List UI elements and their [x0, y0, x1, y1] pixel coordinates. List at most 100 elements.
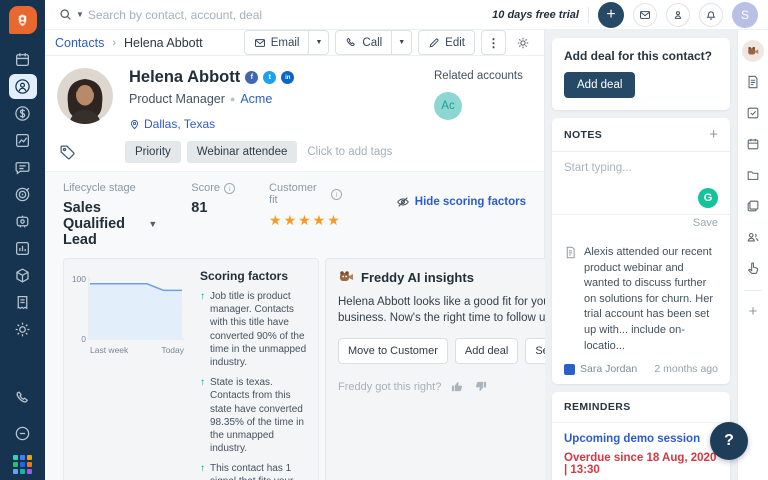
score-trend-chart: 100 0 Last week Today	[70, 269, 192, 480]
contact-photo[interactable]	[57, 68, 113, 124]
email-inbox-icon[interactable]	[633, 2, 657, 27]
main-content: Contacts › Helena Abbott Email ▼ Call ▼	[45, 30, 614, 480]
note-input-placeholder[interactable]: Start typing...	[564, 162, 718, 174]
dot-separator: ●	[229, 94, 236, 104]
contact-location[interactable]: Dallas, Texas	[129, 117, 434, 131]
pencil-icon	[429, 37, 439, 47]
breadcrumb-contacts-link[interactable]: Contacts	[55, 36, 104, 50]
hide-scoring-factors-link[interactable]: Hide scoring factors	[396, 195, 526, 209]
contacts-panel-icon[interactable]	[742, 226, 764, 248]
analytics-icon[interactable]	[9, 128, 37, 153]
files-panel-icon[interactable]	[742, 164, 764, 186]
note-save-button[interactable]: Save	[693, 217, 718, 229]
page-settings-gear-icon[interactable]	[512, 36, 534, 50]
facebook-icon[interactable]: f	[245, 71, 259, 84]
tasks-panel-icon[interactable]	[742, 102, 764, 124]
reminders-card: REMINDERS Upcoming demo session Overdue …	[552, 392, 730, 480]
thumbs-up-icon[interactable]	[451, 380, 464, 393]
call-dropdown-caret[interactable]: ▼	[391, 31, 411, 54]
add-deal-button[interactable]: Add deal	[564, 72, 636, 98]
breadcrumb-current: Helena Abbott	[124, 35, 203, 50]
reminder-title-link[interactable]: Upcoming demo session	[564, 433, 718, 445]
meetings-panel-icon[interactable]	[742, 133, 764, 155]
notifications-bell-icon[interactable]	[699, 2, 723, 27]
freddy-action-button[interactable]: Add deal	[454, 338, 519, 365]
score-label: Score	[191, 182, 221, 194]
contact-name: Helena Abbott	[129, 68, 241, 86]
email-dropdown-caret[interactable]: ▼	[308, 31, 328, 54]
related-accounts-label: Related accounts	[434, 70, 523, 82]
email-button[interactable]: Email ▼	[243, 30, 330, 55]
twitter-icon[interactable]: t	[263, 71, 277, 84]
call-button[interactable]: Call ▼	[335, 30, 413, 55]
svg-text:100: 100	[72, 274, 86, 284]
activity-panel-icon[interactable]	[742, 257, 764, 279]
freddy-title: Freddy AI insights	[361, 269, 474, 285]
related-accounts: Related accounts Ac	[434, 68, 530, 131]
user-avatar[interactable]: S	[732, 1, 758, 28]
breadcrumb-separator-icon: ›	[112, 36, 117, 49]
trial-banner: 10 days free trial	[492, 8, 579, 21]
note-doc-icon	[566, 246, 575, 259]
score-value: 81	[191, 200, 208, 216]
contact-company-link[interactable]: Acme	[240, 92, 272, 106]
search-icon	[60, 9, 71, 20]
freddy-panel-icon[interactable]	[742, 40, 764, 62]
bots-icon[interactable]	[9, 209, 37, 234]
add-panel-icon[interactable]: +	[742, 300, 764, 322]
notes-panel-icon[interactable]	[742, 71, 764, 93]
quick-add-button[interactable]: +	[598, 1, 624, 28]
divider	[588, 6, 589, 23]
note-item[interactable]: Alexis attended our recent product webin…	[552, 235, 730, 384]
documents-panel-icon[interactable]	[742, 195, 764, 217]
user-notification-icon[interactable]	[666, 2, 690, 27]
info-icon[interactable]: i	[224, 182, 236, 194]
breadcrumb-bar: Contacts › Helena Abbott Email ▼ Call ▼	[45, 30, 544, 56]
edit-button[interactable]: Edit	[418, 30, 475, 55]
conversations-icon[interactable]	[9, 155, 37, 180]
settings-icon[interactable]	[9, 317, 37, 342]
divider	[744, 290, 762, 291]
goals-icon[interactable]	[9, 182, 37, 207]
tag-chip[interactable]: Webinar attendee	[186, 141, 298, 163]
contacts-icon[interactable]	[8, 74, 37, 99]
invoices-icon[interactable]	[9, 290, 37, 315]
freshsales-logo-icon[interactable]	[8, 6, 37, 34]
note-editor[interactable]: Start typing... G	[552, 152, 730, 215]
linkedin-icon[interactable]: in	[281, 71, 295, 84]
add-tag-field[interactable]: Click to add tags	[307, 146, 392, 158]
calendar-icon[interactable]	[9, 47, 37, 72]
apps-switcher-icon[interactable]	[13, 455, 32, 474]
phone-icon[interactable]	[9, 386, 37, 411]
note-timestamp: 2 months ago	[654, 363, 718, 376]
freddy-action-button[interactable]: Move to Customer	[338, 338, 448, 365]
add-note-icon[interactable]: +	[709, 127, 718, 142]
contact-header: Helena Abbott f t in Product Manager ● A…	[45, 56, 544, 171]
svg-text:0: 0	[81, 334, 86, 344]
lifecycle-stage-label: Lifecycle stage	[63, 182, 136, 194]
thumbs-down-icon[interactable]	[474, 380, 487, 393]
chevron-down-icon[interactable]: ▼	[76, 10, 84, 19]
chat-status-icon[interactable]	[9, 421, 37, 446]
grammarly-icon[interactable]: G	[698, 188, 718, 208]
related-account-avatar[interactable]: Ac	[434, 92, 462, 120]
tag-chip[interactable]: Priority	[125, 141, 181, 163]
info-icon[interactable]: i	[331, 188, 342, 200]
eye-off-icon	[396, 197, 409, 207]
more-actions-button[interactable]: ⋮	[481, 30, 506, 55]
scoring-factor: ↑ Job title is product manager. Contacts …	[200, 291, 307, 368]
search-input[interactable]	[87, 7, 308, 22]
topbar: ▼ 10 days free trial + S	[45, 0, 768, 30]
chevron-down-icon: ▼	[148, 219, 158, 229]
freddy-feedback-prompt: Freddy got this right?	[338, 380, 442, 393]
tag-icon	[59, 144, 79, 161]
lifecycle-stage-dropdown[interactable]: Sales Qualified Lead ▼	[63, 200, 157, 248]
score-metric: Score i 81	[191, 182, 236, 216]
reports-icon[interactable]	[9, 236, 37, 261]
phone-icon	[347, 37, 356, 46]
deals-icon[interactable]	[9, 101, 37, 126]
help-button[interactable]: ?	[710, 422, 748, 460]
global-search[interactable]: ▼	[59, 7, 359, 22]
reminder-overdue-status: Overdue since 18 Aug, 2020 | 13:30	[564, 452, 717, 477]
products-icon[interactable]	[9, 263, 37, 288]
